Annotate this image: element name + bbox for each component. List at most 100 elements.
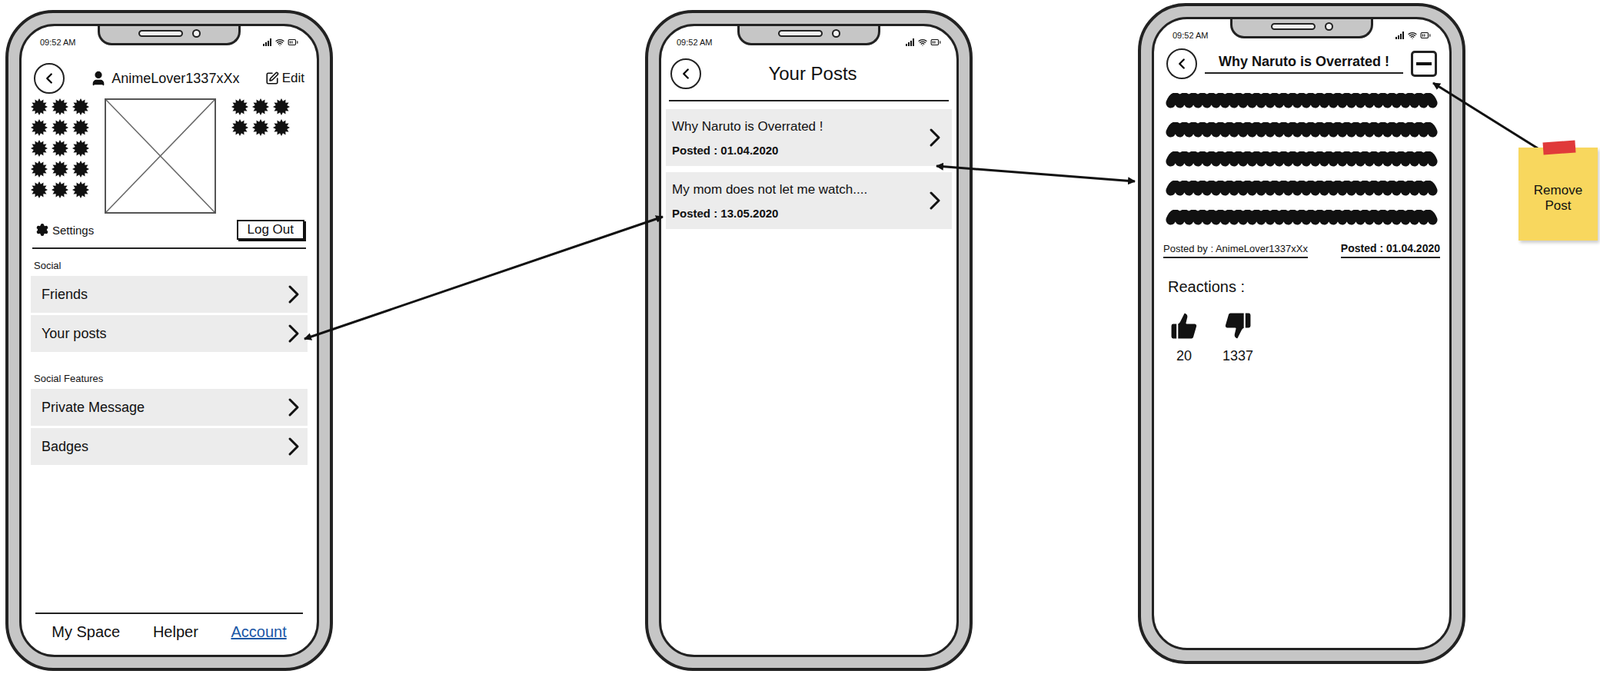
username: AnimeLover1337xXx xyxy=(72,69,258,87)
status-time: 09:52 AM xyxy=(39,37,76,47)
status-icons xyxy=(1395,29,1431,41)
post-title: Why Naruto is Overrated ! xyxy=(1204,53,1404,74)
speaker xyxy=(1270,23,1316,30)
menu-item[interactable]: Badges xyxy=(30,428,308,466)
nav-item[interactable]: My Space xyxy=(51,623,120,642)
phone-screen: 09:52 AMYour PostsWhy Naruto is Overrate… xyxy=(658,23,959,658)
camera xyxy=(1324,22,1334,31)
badge-icon xyxy=(231,98,249,116)
post-date: Posted : 13.05.2020 xyxy=(671,206,868,220)
logout-button[interactable]: Log Out xyxy=(236,219,306,240)
section-label: Social Features xyxy=(33,372,310,385)
post-date: Posted : 01.04.2020 xyxy=(671,143,824,157)
bottom-nav: My Space Helper Account xyxy=(35,612,303,642)
thumbs-down-icon xyxy=(1221,309,1255,343)
badge-icon xyxy=(272,119,290,137)
edit-icon xyxy=(265,71,280,86)
badge-icon xyxy=(30,139,48,157)
post-list: Why Naruto is Overrated !Posted : 01.04.… xyxy=(665,109,952,230)
badge-icon xyxy=(51,98,69,116)
badge-icon xyxy=(252,98,270,116)
screen-title: Your Posts xyxy=(708,63,948,85)
wireframe-canvas: 09:52 AM AnimeLover1337xXx Edit Settings Log… xyxy=(0,0,1600,674)
chevron-right-icon xyxy=(287,436,300,457)
remove-post-button[interactable] xyxy=(1410,50,1438,77)
menu-section: Social Features Private MessageBadges xyxy=(29,354,310,468)
back-arrow-icon xyxy=(1173,55,1191,73)
post-row[interactable]: Why Naruto is Overrated !Posted : 01.04.… xyxy=(665,109,952,167)
badge-grid xyxy=(231,98,290,137)
reaction-count: 1337 xyxy=(1222,348,1254,365)
post-author: Posted by : AnimeLover1337xXx xyxy=(1163,242,1308,259)
menu-item[interactable]: Private Message xyxy=(30,389,308,426)
phone-notch xyxy=(97,23,241,46)
scribble-text-icon xyxy=(1164,122,1439,143)
reactions-row: 20 1337 xyxy=(1161,309,1442,365)
speaker xyxy=(778,29,823,37)
edit-button[interactable]: Edit xyxy=(265,70,305,87)
wifi-icon xyxy=(1407,30,1418,40)
signal-icon xyxy=(262,38,273,47)
settings-button[interactable]: Settings xyxy=(35,222,94,237)
badge-icon xyxy=(51,119,69,137)
nav-item[interactable]: Helper xyxy=(153,623,199,642)
annotation-note: Remove Post xyxy=(1518,147,1598,241)
badge-icon xyxy=(30,160,48,178)
signal-icon xyxy=(905,38,915,47)
divider xyxy=(32,247,307,250)
post-body xyxy=(1161,93,1442,230)
post-date: Posted : 01.04.2020 xyxy=(1340,242,1441,259)
back-button[interactable] xyxy=(1166,48,1198,80)
note-text: Remove Post xyxy=(1524,182,1592,214)
phone-screen: 09:52 AM AnimeLover1337xXx Edit Settings Log… xyxy=(19,23,320,658)
back-button[interactable] xyxy=(33,63,65,94)
user-icon xyxy=(89,69,107,87)
settings-row: Settings Log Out xyxy=(29,219,310,240)
badge-icon xyxy=(30,119,48,137)
status-time: 09:52 AM xyxy=(1172,30,1208,40)
profile-area xyxy=(29,98,310,214)
badge-icon xyxy=(51,181,69,199)
menu-item[interactable]: Your posts xyxy=(30,315,308,353)
chevron-right-icon xyxy=(928,190,942,211)
chevron-right-icon xyxy=(287,323,300,344)
status-icons xyxy=(905,36,942,48)
menu-section: SocialFriendsYour posts xyxy=(29,249,310,355)
back-button[interactable] xyxy=(670,58,702,90)
reaction-button[interactable]: 1337 xyxy=(1221,309,1255,365)
battery-icon xyxy=(1420,29,1431,41)
back-arrow-icon xyxy=(677,65,695,83)
badge-icon xyxy=(30,181,48,199)
post-row[interactable]: My mom does not let me watch.... Posted :… xyxy=(665,172,952,230)
scribble-text-icon xyxy=(1164,180,1439,201)
scribble-text-icon xyxy=(1164,93,1439,114)
menu-item[interactable]: Friends xyxy=(30,276,308,313)
post-meta: Posted by : AnimeLover1337xXx Posted : 01… xyxy=(1161,242,1442,259)
badge-icon xyxy=(72,139,90,157)
badge-icon xyxy=(51,139,69,157)
badge-icon xyxy=(72,160,90,178)
phone-notch xyxy=(737,23,881,46)
badge-icon xyxy=(72,119,90,137)
badge-icon xyxy=(72,98,90,116)
badge-icon xyxy=(51,160,69,178)
nav-item[interactable]: Account xyxy=(230,623,287,642)
reactions-label: Reactions : xyxy=(1161,278,1442,297)
reaction-count: 20 xyxy=(1176,348,1192,365)
badge-icon xyxy=(252,119,270,137)
image-placeholder-icon xyxy=(106,99,215,213)
chevron-right-icon xyxy=(287,284,300,305)
phone-notch xyxy=(1230,16,1374,39)
status-icons xyxy=(262,36,299,48)
reaction-button[interactable]: 20 xyxy=(1167,309,1201,365)
badge-icon xyxy=(272,98,290,116)
post-detail-phone: 09:52 AM Why Naruto is Overrated ! Posted … xyxy=(1137,3,1466,665)
posts-phone: 09:52 AMYour PostsWhy Naruto is Overrate… xyxy=(645,9,973,672)
post-title: My mom does not let me watch.... xyxy=(671,182,868,198)
scribble-text-icon xyxy=(1164,209,1439,230)
divider xyxy=(668,99,949,102)
gear-icon xyxy=(35,222,50,237)
badge-icon xyxy=(231,119,249,137)
note-tape xyxy=(1542,140,1576,156)
chevron-right-icon xyxy=(287,397,300,418)
